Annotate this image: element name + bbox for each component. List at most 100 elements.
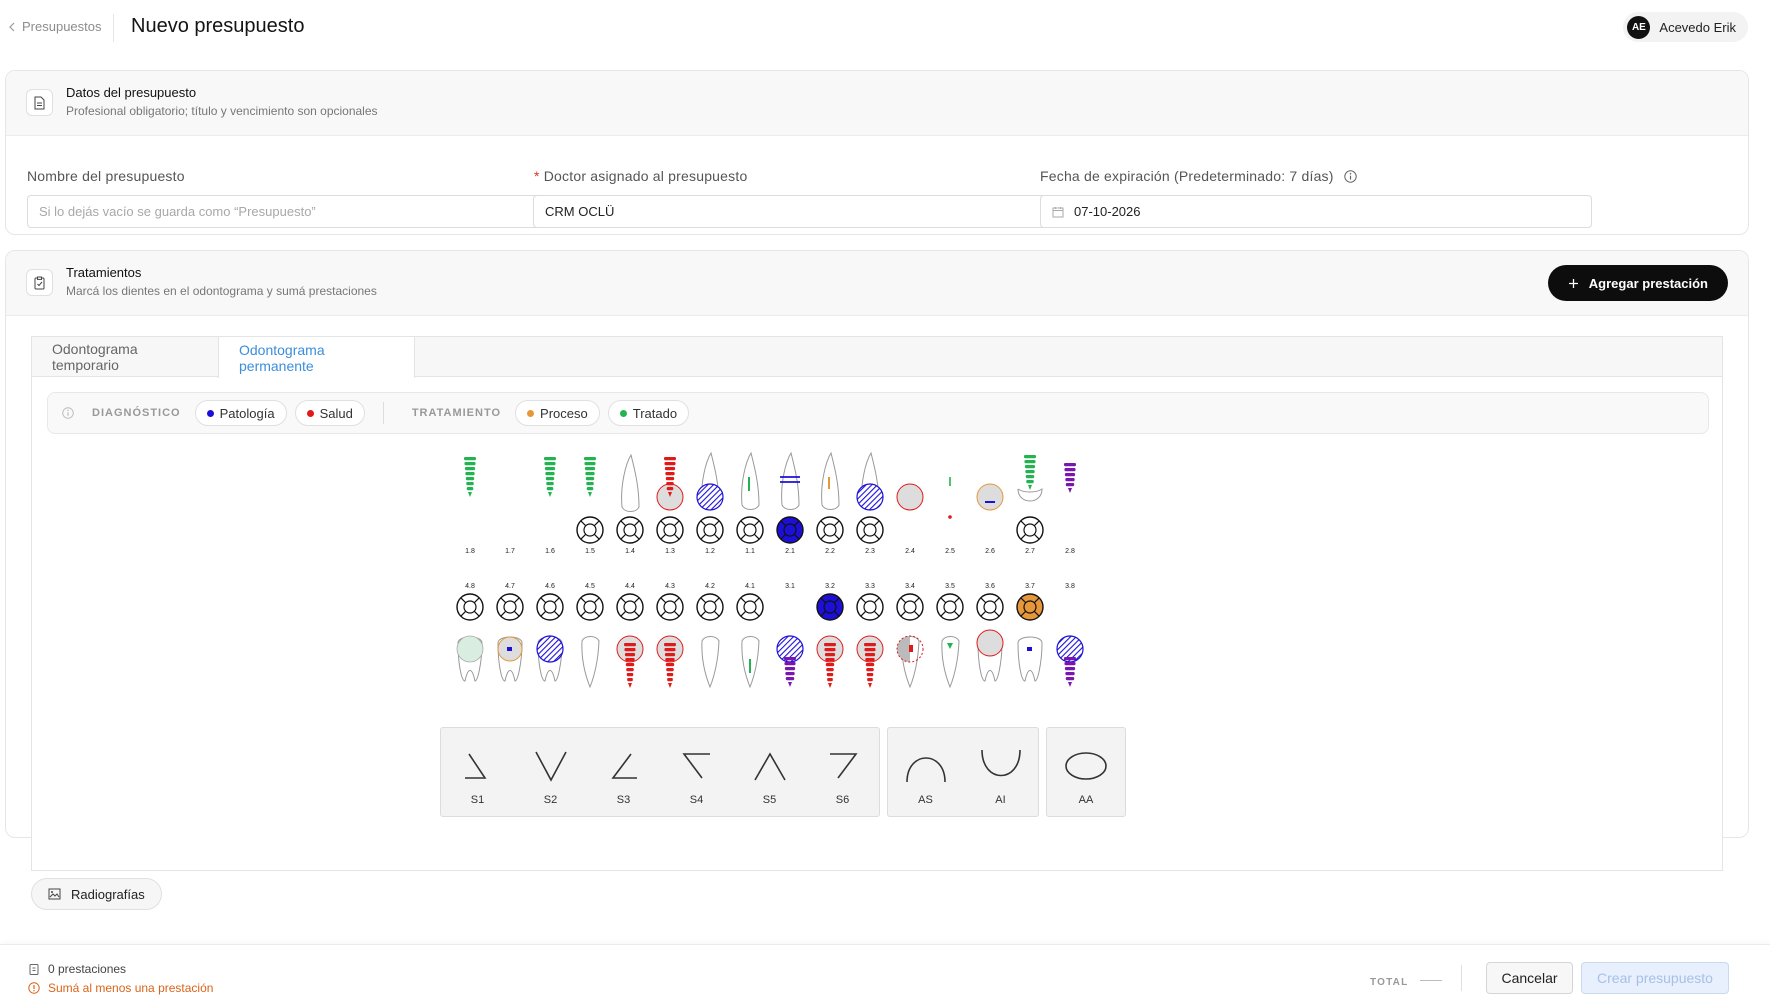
tool-s1[interactable]: S1 (441, 728, 514, 816)
tooth-1-6-thread (544, 462, 556, 466)
tooth-1-1: 1.1 (736, 451, 764, 555)
tooth-4-2-number: 4.2 (705, 583, 715, 590)
legend-proceso[interactable]: Proceso (515, 400, 600, 426)
tooth-1-6-thread (546, 487, 554, 491)
tooth-1-3: 1.3 (656, 457, 684, 555)
tooth-3-4-number: 3.4 (905, 583, 915, 590)
tool-group-full: AA (1046, 727, 1126, 817)
tooth-3-7-dot (1027, 647, 1032, 651)
tooth-4-3-thread (665, 658, 675, 662)
tooth-1-8-number: 1.8 (465, 548, 475, 555)
doctor-label-text: Doctor asignado al presupuesto (543, 168, 748, 184)
tooth-1-4: 1.4 (616, 453, 644, 555)
tooth-2-4-circle (896, 483, 924, 511)
tool-as[interactable]: AS (888, 728, 963, 816)
tool-s4[interactable]: S4 (660, 728, 733, 816)
tooth-1-5-thread (585, 477, 595, 481)
footer-bar: 0 prestaciones Sumá al menos una prestac… (0, 944, 1770, 1000)
tooth-2-8-thread (1064, 468, 1076, 472)
tool-s4-label: S4 (689, 794, 704, 806)
back-link[interactable]: Presupuestos (8, 19, 102, 34)
tratamientos-card-header: Tratamientos Marcá los dientes en el odo… (6, 251, 1748, 316)
tooth-2-8-thread (1065, 478, 1075, 482)
tooth-1-3-thread (666, 482, 674, 486)
tooth-1-8-thread (465, 472, 475, 476)
tooth-3-5: 3.5 (936, 583, 964, 689)
tooth-3-2-thread (825, 663, 835, 667)
warning-message: Sumá al menos una prestación (28, 981, 213, 995)
tooth-2-5-number: 2.5 (945, 548, 955, 555)
tool-s6[interactable]: S6 (806, 728, 879, 816)
tooth-4-8: 4.8 (456, 583, 484, 682)
plus-icon (1568, 278, 1578, 288)
legend-salud[interactable]: Salud (294, 400, 365, 426)
patologia-label: Patología (219, 405, 275, 421)
tooth-4-4-thread (624, 653, 636, 657)
tooth-3-2-thread (825, 658, 835, 662)
tooth-4-4-thread (626, 668, 634, 672)
expiry-date-field[interactable]: 07-10-2026 (1040, 195, 1592, 228)
tooth-1-2-number: 1.2 (705, 548, 715, 555)
tooth-1-6-number: 1.6 (545, 548, 555, 555)
tab-odontograma-temporario[interactable]: Odontograma temporario (32, 337, 218, 377)
create-presupuesto-button[interactable]: Crear presupuesto (1581, 962, 1729, 994)
tooth-3-3: 3.3 (856, 583, 884, 688)
legend-patologia[interactable]: Patología (194, 400, 287, 426)
tratado-label: Tratado (632, 405, 678, 421)
tooth-2-2-number: 2.2 (825, 548, 835, 555)
tooth-4-5-number: 4.5 (585, 583, 595, 590)
tool-aa-label: AA (1078, 794, 1094, 806)
tooth-2-2-outline (821, 451, 840, 510)
tool-s2[interactable]: S2 (514, 728, 587, 816)
expiry-label-text: Fecha de expiración (Predeterminado: 7 d… (1040, 168, 1334, 184)
tooth-1-1-outline (741, 451, 760, 510)
tooth-1-7: 1.7 (505, 548, 515, 555)
tooth-3-7-number: 3.7 (1025, 583, 1035, 590)
tab-odontograma-permanente[interactable]: Odontograma permanente (218, 337, 415, 378)
tooth-2-1-number: 2.1 (785, 548, 795, 555)
tooth-3-6: 3.6 (976, 583, 1004, 682)
tooth-3-3-thread (864, 653, 876, 657)
doctor-value: CRM OCLÜ (545, 204, 615, 219)
tooth-3-3-number: 3.3 (865, 583, 875, 590)
tool-ai[interactable]: AI (963, 728, 1038, 816)
odontogram-tabs: Odontograma temporario Odontograma perma… (32, 337, 1722, 378)
datos-title: Datos del presupuesto (66, 85, 197, 100)
tooth-1-8-thread (466, 487, 474, 491)
odontogram-panel: Odontograma temporario Odontograma perma… (31, 336, 1723, 871)
tooth-1-4-number: 1.4 (625, 548, 635, 555)
tooth-2-8-number: 2.8 (1065, 548, 1075, 555)
tooth-4-4-tip (628, 683, 632, 688)
tooth-1-6: 1.6 (544, 457, 556, 555)
user-menu[interactable]: AE Acevedo Erik (1623, 12, 1748, 42)
cancel-button[interactable]: Cancelar (1486, 962, 1573, 994)
legend-divider (382, 402, 384, 424)
tooth-4-2-outline (701, 636, 720, 689)
tooth-4-5-outline (581, 636, 600, 689)
tooth-1-2-hatched (696, 483, 724, 511)
tooth-3-4: 3.4 (896, 583, 924, 689)
tool-s2-label: S2 (543, 794, 558, 806)
name-input[interactable] (39, 204, 567, 219)
legend-tratado[interactable]: Tratado (607, 400, 690, 426)
tooth-4-4-thread (627, 678, 633, 682)
tooth-2-4: 2.4 (896, 483, 924, 555)
radiografias-button[interactable]: Radiografías (31, 878, 162, 910)
tooth-4-6: 4.6 (536, 583, 564, 682)
tooth-4-7: 4.7 (496, 583, 524, 682)
tool-aa[interactable]: AA (1047, 728, 1125, 816)
tool-s5[interactable]: S5 (733, 728, 806, 816)
patologia-dot (206, 409, 214, 417)
radiografias-label: Radiografías (71, 886, 145, 902)
info-icon[interactable] (1344, 170, 1357, 183)
tooth-3-2-thread (827, 678, 833, 682)
tooth-4-3-thread (665, 663, 675, 667)
add-prestacion-button[interactable]: Agregar prestación (1547, 265, 1728, 301)
add-prestacion-label: Agregar prestación (1588, 275, 1708, 291)
name-field[interactable] (27, 195, 579, 228)
doctor-select[interactable]: CRM OCLÜ (533, 195, 1085, 228)
tooth-4-1-number: 4.1 (745, 583, 755, 590)
tooth-2-5-mark-b (948, 515, 952, 519)
tool-s3[interactable]: S3 (587, 728, 660, 816)
tooth-3-4-dot (909, 645, 913, 652)
